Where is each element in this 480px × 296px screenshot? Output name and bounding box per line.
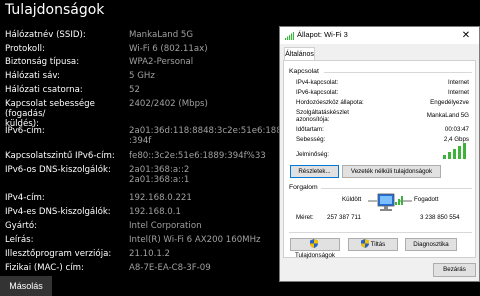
- property-value: Wi-Fi 6 (802.11ax): [129, 44, 208, 54]
- page-title: Tulajdonságok: [5, 2, 105, 18]
- property-label: Hálózati csatorna:: [5, 85, 83, 95]
- property-label: IPv4-es DNS-kiszolgálók:: [5, 207, 111, 217]
- bytes-label: Méret:: [296, 214, 314, 221]
- bytes-sent-value: 257 387 711: [327, 214, 361, 221]
- bytes-received-value: 3 238 850 554: [420, 214, 460, 221]
- property-label: Biztonság típusa:: [5, 57, 80, 67]
- speed-value: 2,4 Gbps: [443, 136, 469, 143]
- wireless-properties-button[interactable]: Vezeték nélküli tulajdonságok: [342, 165, 441, 178]
- connection-group-label: Kapcsolat: [289, 68, 319, 75]
- group-divider: [324, 72, 472, 73]
- property-value: 192.168.0.1: [129, 207, 181, 217]
- ipv4-connectivity-value: Internet: [448, 79, 469, 86]
- property-label: Illesztőprogram verziója:: [5, 249, 112, 259]
- wifi-status-dialog: Állapot: Wi-Fi 3 ✕ Általános Kapcsolat I…: [279, 26, 480, 282]
- property-value: 2402/2402 (Mbps): [129, 99, 208, 109]
- tab-general[interactable]: Általános: [284, 47, 315, 61]
- ssid-value: MankaLand 5G: [426, 112, 469, 119]
- ipv6-connectivity-value: Internet: [448, 89, 469, 96]
- property-label: Gyártó:: [5, 221, 38, 231]
- dialog-body: Kapcsolat IPv4-kapcsolat: Internet IPv6-…: [283, 60, 476, 259]
- property-value: 2a01:36d:118:8848:3c2e:51e6:1889 :394f: [129, 126, 288, 146]
- property-value: Intel(R) Wi-Fi 6 AX200 160MHz: [129, 235, 261, 245]
- property-label: Leírás:: [5, 235, 34, 245]
- property-value: 21.10.1.2: [129, 249, 171, 259]
- details-button[interactable]: Részletek...: [290, 165, 339, 178]
- disable-button-label: Tiltás: [370, 241, 386, 248]
- shield-icon: [310, 239, 318, 248]
- property-label: Hálózati sáv:: [5, 71, 60, 81]
- property-value: fe80::3c2e:51e6:1889:394f%33: [129, 151, 266, 161]
- property-label: Kapcsolat sebessége (fogadás/ küldés):: [5, 99, 95, 129]
- property-value: 52: [129, 85, 140, 95]
- properties-button-label: Tulajdonságok: [294, 252, 336, 259]
- signal-strength-icon: [443, 143, 466, 159]
- property-label: IPv6-os DNS-kiszolgálók:: [5, 165, 111, 175]
- property-value: A8-7E-EA-C8-3F-09: [129, 263, 211, 273]
- signal-quality-label: Jelminőség:: [296, 151, 330, 158]
- traffic-group-label: Forgalom: [289, 184, 318, 191]
- sent-label: Küldött: [342, 196, 362, 203]
- duration-value: 00:03:47: [444, 126, 469, 133]
- diagnose-button[interactable]: Diagnosztika: [405, 238, 457, 251]
- copy-button[interactable]: Másolás: [0, 276, 52, 296]
- property-label: IPv4-cím:: [5, 193, 45, 203]
- property-label: Fizikai (MAC-) cím:: [5, 263, 84, 273]
- property-label: IPv6-cím:: [5, 126, 45, 136]
- property-label: Protokoll:: [5, 44, 45, 54]
- property-value: MankaLand 5G: [129, 30, 194, 40]
- property-value: 5 GHz: [129, 71, 155, 81]
- properties-button[interactable]: Tulajdonságok: [290, 238, 340, 259]
- property-value: Intel Corporation: [129, 221, 202, 231]
- group-divider: [321, 188, 472, 189]
- property-label: Kapcsolatszintű IPv6-cím:: [5, 151, 115, 161]
- property-value: 2a01:368:a::2 2a01:368:a::1: [129, 165, 190, 185]
- close-icon[interactable]: ✕: [453, 27, 479, 44]
- signal-icon: [285, 32, 294, 40]
- shield-icon: [360, 239, 369, 248]
- media-state-value: Engedélyezve: [430, 99, 469, 106]
- dialog-title: Állapot: Wi-Fi 3: [297, 30, 348, 39]
- group-divider: [289, 232, 472, 233]
- property-value: WPA2-Personal: [129, 57, 194, 67]
- received-label: Fogadott: [414, 196, 439, 203]
- property-label: Hálózatnév (SSID):: [5, 30, 86, 40]
- close-button[interactable]: Bezárás: [433, 263, 476, 277]
- dialog-titlebar[interactable]: Állapot: Wi-Fi 3 ✕: [280, 27, 479, 44]
- disable-button[interactable]: Tiltás: [348, 238, 398, 251]
- property-value: 192.168.0.221: [129, 193, 192, 203]
